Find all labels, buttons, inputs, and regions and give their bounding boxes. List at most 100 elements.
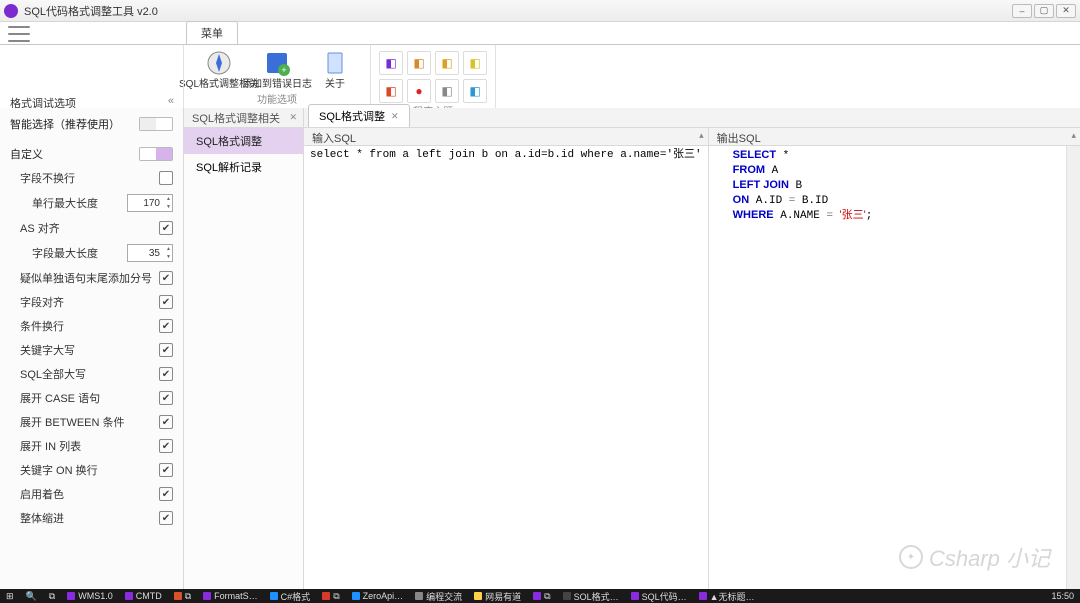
ribbon: 菜单 格式调试选项 « SQL格式调整相关 + 添加 — [0, 22, 1080, 109]
theme-swatch-3[interactable]: ◧ — [435, 51, 459, 75]
svg-text:+: + — [281, 65, 286, 75]
work-area: SQL格式调整 ✕ 输入SQL ▴ select * from a left j… — [304, 108, 1080, 589]
smart-select-toggle[interactable] — [139, 117, 173, 131]
window-minimize-button[interactable]: – — [1012, 4, 1032, 18]
document-tab-sql-format[interactable]: SQL格式调整 ✕ — [308, 104, 410, 127]
taskbar-item[interactable]: ⧉ — [527, 590, 556, 603]
scroll-up-icon[interactable]: ▴ — [699, 130, 704, 141]
input-sql-editor[interactable]: select * from a left join b on a.id=b.id… — [304, 146, 708, 589]
sidebar-option-checkbox[interactable] — [159, 439, 173, 453]
taskbar-item[interactable]: ⧉ — [168, 590, 197, 603]
taskbar-item[interactable]: ⊞ — [0, 590, 20, 603]
taskbar-item[interactable]: 网易有道 — [468, 590, 527, 603]
sidebar-option-label: 展开 CASE 语句 — [20, 390, 159, 406]
sidebar-option-checkbox[interactable] — [159, 271, 173, 285]
sidebar-option-label: 启用着色 — [20, 486, 159, 502]
sidebar-option-checkbox[interactable] — [159, 487, 173, 501]
sidebar-option-checkbox[interactable] — [159, 511, 173, 525]
sidebar-option-label: SQL全部大写 — [20, 366, 159, 382]
window-close-button[interactable]: ✕ — [1056, 4, 1076, 18]
sidebar-option-checkbox[interactable] — [159, 391, 173, 405]
taskbar-item[interactable]: SOL格式… — [557, 590, 625, 603]
theme-swatch-8[interactable]: ◧ — [463, 79, 487, 103]
sidebar-option-checkbox[interactable] — [159, 171, 173, 185]
sidebar-option-checkbox[interactable] — [159, 343, 173, 357]
sidebar-option-row: 展开 CASE 语句 — [10, 386, 173, 410]
sidebar-option-label: 字段不换行 — [20, 170, 159, 186]
input-pane: 输入SQL ▴ select * from a left join b on a… — [304, 128, 709, 589]
taskbar-item[interactable]: 编程交流 — [409, 590, 468, 603]
smart-select-label: 智能选择（推荐使用） — [10, 116, 139, 132]
taskbar-item[interactable]: ▲无标题… — [693, 590, 761, 603]
input-pane-header: 输入SQL ▴ — [304, 128, 708, 146]
sql-format-related-button[interactable]: SQL格式调整相关 — [192, 47, 246, 91]
sidebar-option-row: 条件换行 — [10, 314, 173, 338]
ribbon-group-actions: SQL格式调整相关 + 添加到错误日志 关于 功能选项 — [184, 45, 371, 108]
sidebar-option-label: 关键字 ON 换行 — [20, 462, 159, 478]
scroll-up-icon[interactable]: ▴ — [1071, 130, 1076, 141]
ribbon-tabstrip: 菜单 — [0, 22, 1080, 44]
sidebar-option-label: 整体缩进 — [20, 510, 159, 526]
main-body: 智能选择（推荐使用） 自定义 字段不换行单行最大长度170 AS 对齐字段最大长度… — [0, 108, 1080, 589]
taskbar-item[interactable]: FormatS… — [197, 590, 264, 603]
sidebar-option-checkbox[interactable] — [159, 221, 173, 235]
nav-panel-header: SQL格式调整相关 ✕ — [184, 108, 303, 128]
save-add-icon: + — [263, 49, 291, 77]
document-icon — [321, 49, 349, 77]
theme-swatch-1[interactable]: ◧ — [379, 51, 403, 75]
sidebar-option-label: AS 对齐 — [20, 220, 159, 236]
window-maximize-button[interactable]: ▢ — [1034, 4, 1054, 18]
custom-toggle[interactable] — [139, 147, 173, 161]
sidebar-option-row: 整体缩进 — [10, 506, 173, 530]
taskbar-item[interactable]: CMTD — [119, 590, 168, 603]
taskbar-item[interactable]: WMS1.0 — [61, 590, 119, 603]
sidebar-option-row: 单行最大长度170 — [10, 190, 173, 216]
document-tabs: SQL格式调整 ✕ — [304, 108, 1080, 128]
theme-swatch-2[interactable]: ◧ — [407, 51, 431, 75]
taskbar-item[interactable]: ZeroApi… — [346, 590, 410, 603]
input-pane-title: 输入SQL — [312, 133, 356, 145]
taskbar-item[interactable]: ⧉ — [43, 590, 61, 603]
taskbar-item[interactable]: SQL代码… — [625, 590, 693, 603]
ribbon-group-theme: ◧ ◧ ◧ ◧ ◧ ● ◧ ◧ 程序主题 — [371, 45, 496, 108]
sidebar-option-label: 关键字大写 — [20, 342, 159, 358]
sidebar-option-label: 疑似单独语句末尾添加分号 — [20, 270, 159, 286]
nav-item[interactable]: SQL解析记录 — [184, 154, 303, 180]
taskbar-item[interactable]: ⧉ — [316, 590, 345, 603]
theme-swatch-6[interactable]: ● — [407, 79, 431, 103]
sidebar-option-checkbox[interactable] — [159, 319, 173, 333]
sidebar-option-checkbox[interactable] — [159, 463, 173, 477]
taskbar-item[interactable]: C#格式 — [264, 590, 317, 603]
sidebar-option-row: 字段最大长度35 — [10, 240, 173, 266]
ribbon-tab-menu[interactable]: 菜单 — [186, 21, 238, 44]
output-scrollbar[interactable] — [1066, 146, 1080, 589]
custom-label: 自定义 — [10, 146, 139, 162]
app-title: SQL代码格式调整工具 v2.0 — [24, 3, 1010, 19]
sidebar-option-spinner[interactable]: 170 — [127, 194, 173, 212]
add-to-error-log-button[interactable]: + 添加到错误日志 — [250, 47, 304, 91]
taskbar: ⊞🔍⧉WMS1.0CMTD⧉FormatS…C#格式⧉ZeroApi…编程交流网… — [0, 589, 1080, 603]
about-button[interactable]: 关于 — [308, 47, 362, 91]
sidebar-option-checkbox[interactable] — [159, 367, 173, 381]
theme-swatch-4[interactable]: ◧ — [463, 51, 487, 75]
theme-swatch-5[interactable]: ◧ — [379, 79, 403, 103]
sidebar-option-checkbox[interactable] — [159, 295, 173, 309]
sidebar-option-label: 展开 IN 列表 — [20, 438, 159, 454]
sidebar-option-row: 疑似单独语句末尾添加分号 — [10, 266, 173, 290]
nav-panel-title: SQL格式调整相关 — [192, 110, 280, 126]
nav-item[interactable]: SQL格式调整 — [184, 128, 303, 154]
sidebar-options: 智能选择（推荐使用） 自定义 字段不换行单行最大长度170 AS 对齐字段最大长度… — [0, 108, 184, 589]
sidebar-option-checkbox[interactable] — [159, 415, 173, 429]
output-sql-viewer: SELECT * FROM A LEFT JOIN B ON A.ID = B.… — [709, 146, 1066, 589]
output-pane-title: 输出SQL — [717, 133, 761, 145]
taskbar-item[interactable]: 🔍 — [20, 590, 43, 603]
sidebar-option-row: 关键字大写 — [10, 338, 173, 362]
sidebar-option-row: AS 对齐 — [10, 216, 173, 240]
titlebar: SQL代码格式调整工具 v2.0 – ▢ ✕ — [0, 0, 1080, 22]
nav-panel-close-icon[interactable]: ✕ — [289, 112, 297, 123]
theme-swatch-7[interactable]: ◧ — [435, 79, 459, 103]
hamburger-icon[interactable] — [8, 26, 30, 42]
document-tab-close-icon[interactable]: ✕ — [391, 111, 399, 122]
sidebar-option-spinner[interactable]: 35 — [127, 244, 173, 262]
sidebar-option-row: 展开 BETWEEN 条件 — [10, 410, 173, 434]
